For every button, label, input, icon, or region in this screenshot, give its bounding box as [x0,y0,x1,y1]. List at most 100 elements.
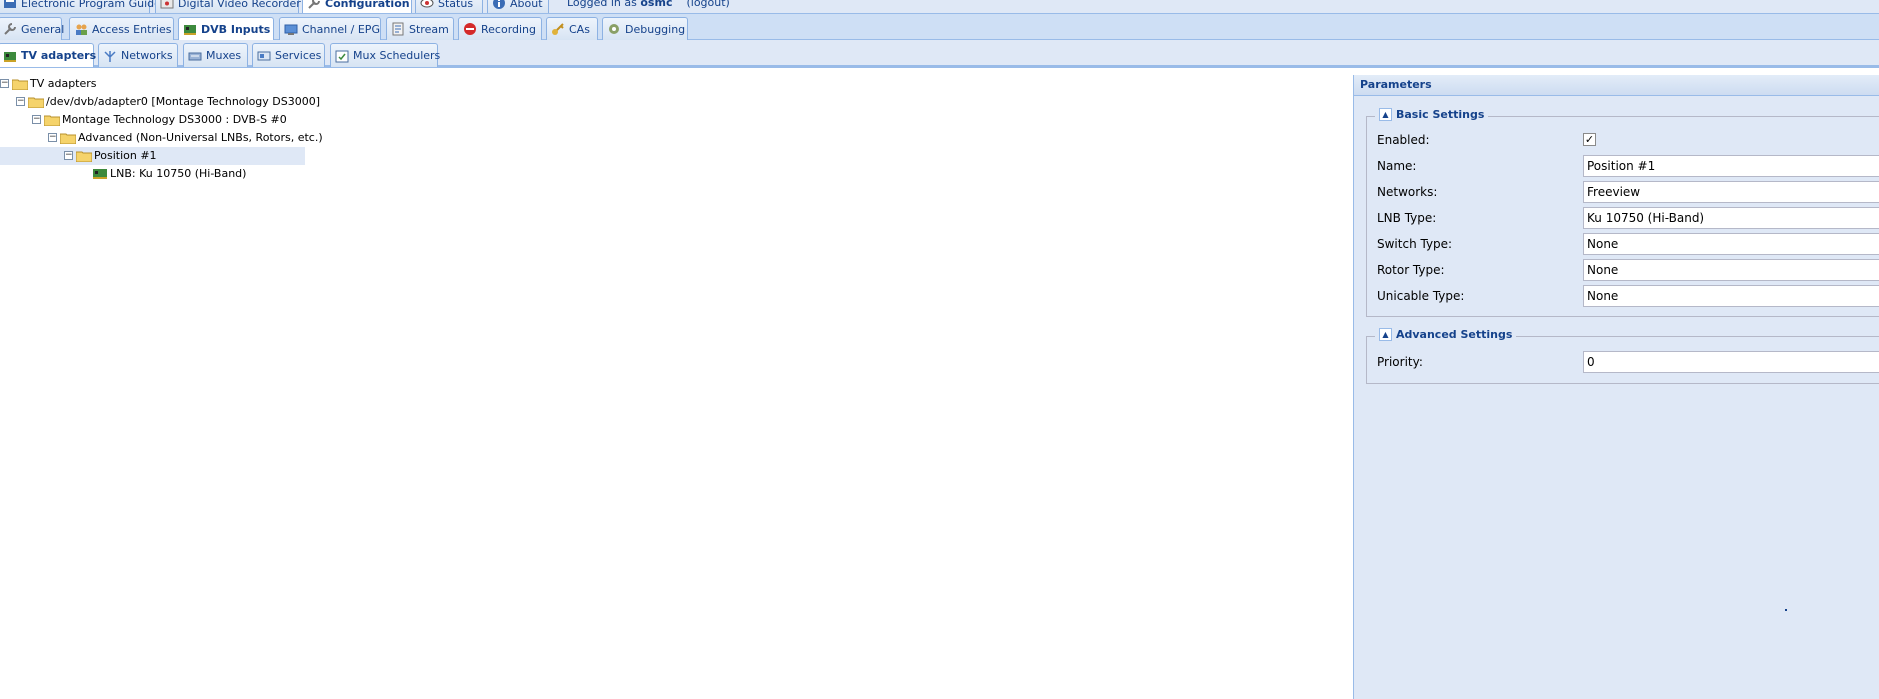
login-status: Logged in as osmc (logout) [567,0,730,9]
tab-stream[interactable]: Stream [386,17,454,40]
tab-label: DVB Inputs [201,22,271,36]
info-icon [493,0,505,9]
priority-row: Priority: 0 [1377,351,1879,373]
tab-debugging[interactable]: Debugging [602,17,688,40]
enabled-checkbox[interactable]: ✓ [1583,133,1596,146]
enabled-label: Enabled: [1377,133,1430,147]
folder-icon [60,133,76,144]
login-prefix: Logged in as [567,0,637,9]
tab-label: Stream [409,22,449,36]
tree-node[interactable]: LNB: Ku 10750 (Hi-Band) [0,165,305,183]
tree-node-label: Position #1 [94,149,157,162]
main-tab-bar: Electronic Program Guide Digital Video R… [0,0,1879,14]
tab-label: Channel / EPG [302,22,380,36]
config-tab-bar: General Access Entries DVB Inputs Channe… [0,14,1879,40]
tree-collapse-toggle[interactable]: − [0,79,9,88]
tab-label: Configuration [325,0,410,10]
wrench-icon [308,0,320,9]
collapse-icon[interactable]: ▲ [1379,108,1392,121]
dvb-tab-bar: TV adapters Networks Muxes Services Mux … [0,40,1879,68]
wrench-icon [4,23,16,35]
tab-dvb-inputs[interactable]: DVB Inputs [178,17,274,40]
basic-settings-legend[interactable]: ▲ Basic Settings [1375,108,1489,121]
folder-icon [44,115,60,126]
tab-label: Digital Video Recorder [178,0,301,10]
advanced-settings-legend[interactable]: ▲ Advanced Settings [1375,328,1517,341]
parameters-title: Parameters [1354,75,1879,96]
lnb-type-label: LNB Type: [1377,211,1437,225]
tab-label: CAs [569,22,590,36]
priority-label: Priority: [1377,355,1423,369]
tab-about[interactable]: About [487,0,549,13]
priority-field[interactable]: 0 [1583,351,1879,373]
tree-collapse-toggle[interactable]: − [48,133,57,142]
dvb-card-icon [4,51,16,62]
basic-settings-title: Basic Settings [1396,108,1485,121]
tree-node-label: LNB: Ku 10750 (Hi-Band) [110,167,247,180]
tab-label: General [21,22,65,36]
tab-label: Access Entries [92,22,172,36]
tv-adapters-tree: − TV adapters − /dev/dvb/adapter0 [Monta… [0,75,323,183]
tree-node[interactable]: − Advanced (Non-Universal LNBs, Rotors, … [0,129,323,147]
tab-label: Debugging [625,22,686,36]
name-field[interactable]: Position #1 [1583,155,1879,177]
stray-dot [1785,609,1787,611]
tab-label: TV adapters [21,49,97,62]
tab-general[interactable]: General [0,17,65,40]
tab-label: Mux Schedulers [353,49,441,62]
folder-icon [76,151,92,162]
tab-tv-adapters[interactable]: TV adapters [0,43,97,67]
tree-node[interactable]: − Montage Technology DS3000 : DVB-S #0 [0,111,305,129]
tab-recording[interactable]: Recording [458,17,542,40]
switch-type-label: Switch Type: [1377,237,1453,251]
tab-label: Electronic Program Guide [21,0,161,10]
mux-icon [188,52,202,60]
rotor-type-label: Rotor Type: [1377,263,1445,277]
tab-label: Services [275,49,322,62]
networks-combo[interactable]: Freeview ▼ [1583,181,1879,203]
tree-node[interactable]: − /dev/dvb/adapter0 [Montage Technology … [0,93,320,111]
tree-node-selected[interactable]: − Position #1 [0,147,305,165]
tree-collapse-toggle[interactable]: − [16,97,25,106]
unicable-type-combo[interactable]: None ▼ [1583,285,1879,307]
tree-collapse-toggle[interactable]: − [32,115,41,124]
tree-collapse-toggle[interactable]: − [64,151,73,160]
tab-services[interactable]: Services [252,43,325,67]
unicable-type-label: Unicable Type: [1377,289,1465,303]
rec-icon [464,23,476,35]
key-icon [552,23,564,35]
tv-icon [284,24,298,35]
collapse-icon[interactable]: ▲ [1379,328,1392,341]
tab-mux-schedulers[interactable]: Mux Schedulers [330,43,441,67]
tab-channel-epg[interactable]: Channel / EPG [279,17,381,40]
tab-access-entries[interactable]: Access Entries [69,17,174,40]
antenna-icon [104,50,116,62]
lnb-type-row: LNB Type: Ku 10750 (Hi-Band) ▼ [1377,207,1879,229]
folder-icon [28,97,44,108]
networks-label: Networks: [1377,185,1438,199]
tree-node-label: Montage Technology DS3000 : DVB-S #0 [62,113,287,126]
networks-row: Networks: Freeview ▼ [1377,181,1879,203]
tree-node[interactable]: − TV adapters [0,75,305,93]
name-label: Name: [1377,159,1417,173]
tab-configuration[interactable]: Configuration [302,0,412,13]
eye-icon [420,0,434,8]
tab-status[interactable]: Status [415,0,483,13]
tab-dvr[interactable]: Digital Video Recorder [155,0,301,13]
unicable-type-row: Unicable Type: None ▼ [1377,285,1879,307]
tab-epg[interactable]: Electronic Program Guide [0,0,161,13]
tab-networks[interactable]: Networks [98,43,178,67]
bug-icon [609,24,619,34]
tab-muxes[interactable]: Muxes [183,43,248,67]
lnb-type-combo[interactable]: Ku 10750 (Hi-Band) ▼ [1583,207,1879,229]
logout-link[interactable]: (logout) [686,0,729,9]
switch-type-combo[interactable]: None ▼ [1583,233,1879,255]
tree-node-label: Advanced (Non-Universal LNBs, Rotors, et… [78,131,323,144]
tab-cas[interactable]: CAs [546,17,598,40]
users-icon [76,24,87,35]
switch-type-row: Switch Type: None ▼ [1377,233,1879,255]
rotor-type-row: Rotor Type: None ▼ [1377,259,1879,281]
rotor-type-value: None [1587,263,1619,277]
tree-node-label: TV adapters [30,77,97,90]
rotor-type-combo[interactable]: None ▼ [1583,259,1879,281]
